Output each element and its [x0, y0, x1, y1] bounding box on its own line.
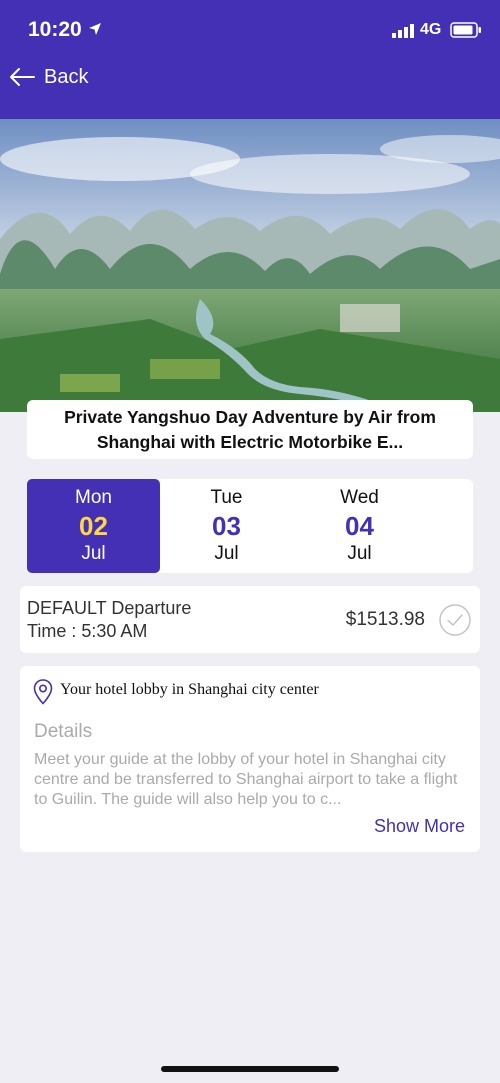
departure-price: $1513.98 [345, 609, 425, 630]
meeting-location: Your hotel lobby in Shanghai city center [60, 681, 319, 698]
departure-name: DEFAULT Departure [27, 598, 192, 618]
date-month: Jul [81, 543, 106, 564]
date-option-wed[interactable]: Wed 04 Jul [293, 479, 426, 573]
back-button[interactable]: Back [8, 60, 88, 94]
location-arrow-icon [89, 23, 101, 35]
date-month: Jul [214, 543, 239, 564]
network-type: 4G [420, 21, 442, 38]
departure-option[interactable]: DEFAULT Departure Time : 5:30 AM $1513.9… [20, 586, 480, 653]
date-selector: Mon 02 Jul Tue 03 Jul Wed 04 Jul [27, 479, 473, 573]
date-option-mon[interactable]: Mon 02 Jul [27, 479, 160, 573]
location-pin-icon [33, 679, 53, 705]
header-bar: 10:20 4G Back [0, 0, 500, 119]
arrow-left-icon [10, 68, 35, 86]
meeting-details-card: Your hotel lobby in Shanghai city center… [20, 666, 480, 852]
battery-icon [450, 22, 481, 38]
show-more-link[interactable]: Show More [374, 816, 465, 837]
date-day: 04 [345, 511, 374, 541]
tour-hero-image [0, 119, 500, 412]
details-text: Meet your guide at the lobby of your hot… [34, 751, 458, 808]
date-weekday: Wed [340, 487, 379, 508]
details-heading: Details [34, 721, 93, 742]
departure-time: Time : 5:30 AM [27, 621, 148, 641]
home-indicator[interactable] [161, 1066, 339, 1072]
date-weekday: Mon [75, 487, 112, 508]
date-month: Jul [347, 543, 372, 564]
date-weekday: Tue [210, 487, 243, 508]
date-day: 03 [212, 511, 241, 541]
tour-title-card: Private Yangshuo Day Adventure by Air fr… [27, 400, 473, 459]
signal-icon [392, 24, 414, 38]
status-time: 10:20 [28, 18, 82, 41]
checkmark-circle-icon[interactable] [438, 603, 472, 637]
tour-title: Private Yangshuo Day Adventure by Air fr… [64, 406, 436, 452]
date-option-tue[interactable]: Tue 03 Jul [160, 479, 293, 573]
date-day: 02 [79, 511, 108, 541]
back-label: Back [44, 65, 89, 88]
